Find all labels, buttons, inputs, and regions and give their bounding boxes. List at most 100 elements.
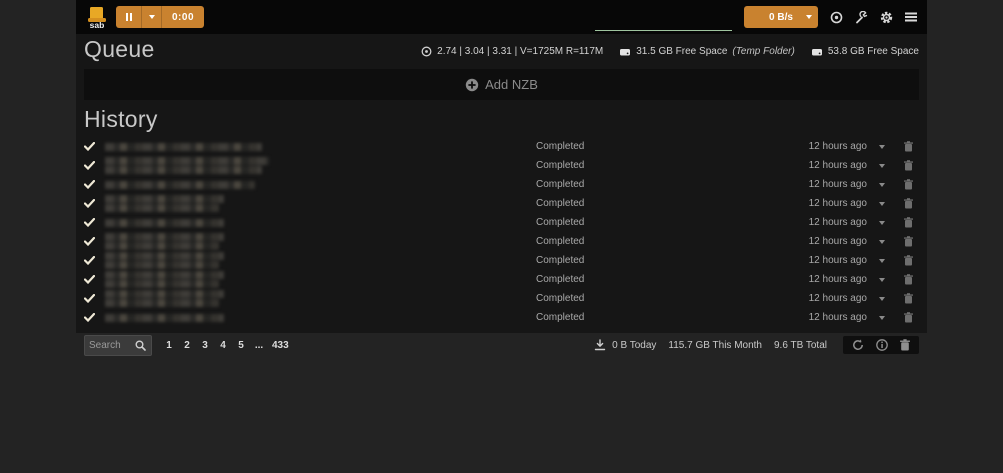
gear-icon[interactable] [878,9,894,25]
queue-title: Queue [84,36,155,63]
job-age: 12 hours ago [757,141,867,152]
check-icon [84,256,100,265]
job-status: Completed [536,274,757,285]
check-icon [84,294,100,303]
history-row[interactable]: Completed 12 hours ago [84,156,919,175]
check-icon [84,237,100,246]
page-button[interactable]: 5 [234,335,248,355]
load-gauge-icon [421,46,432,57]
job-status: Completed [536,217,757,228]
speed-limit-button[interactable]: 0 B/s [744,6,818,28]
svg-text:sab: sab [90,20,105,30]
job-status: Completed [536,141,757,152]
info-icon [876,339,888,351]
job-name-redacted [105,289,224,308]
row-delete-button[interactable] [897,217,919,228]
history-row[interactable]: Completed 12 hours ago [84,175,919,194]
history-row[interactable]: Completed 12 hours ago [84,251,919,270]
add-nzb-dropzone[interactable]: Add NZB [84,69,919,100]
row-dropdown-button[interactable] [867,259,897,263]
page-button[interactable]: 2 [180,335,194,355]
chevron-down-icon [879,164,885,168]
temp-folder-note: (Temp Folder) [732,46,794,57]
chevron-down-icon [879,183,885,187]
job-status: Completed [536,160,757,171]
chevron-down-icon [879,297,885,301]
job-status: Completed [536,255,757,266]
job-name-redacted [105,251,224,270]
history-footer: 12345...433 0 B Today 115.7 GB This Mont… [76,330,927,360]
page-button[interactable]: 4 [216,335,230,355]
system-status-line: 2.74 | 3.04 | 3.31 | V=1725M R=117M 31.5… [421,46,919,58]
job-name-redacted [105,142,262,152]
chevron-down-icon [879,202,885,206]
row-dropdown-button[interactable] [867,240,897,244]
check-icon [84,161,100,170]
history-row[interactable]: Completed 12 hours ago [84,213,919,232]
pause-dropdown-button[interactable] [142,6,162,28]
row-delete-button[interactable] [897,312,919,323]
speed-value: 0 B/s [769,12,793,23]
row-dropdown-button[interactable] [867,183,897,187]
row-delete-button[interactable] [897,255,919,266]
page-button[interactable]: 433 [270,335,291,355]
check-icon [84,275,100,284]
check-icon [84,142,100,151]
add-nzb-label: Add NZB [485,77,538,92]
row-delete-button[interactable] [897,179,919,190]
search-icon[interactable] [135,340,146,351]
row-delete-button[interactable] [897,141,919,152]
row-dropdown-button[interactable] [867,316,897,320]
chevron-down-icon [879,278,885,282]
top-navbar: sab 0:00 0 B/s [76,0,927,34]
sabnzbd-logo-icon[interactable]: sab [84,4,110,30]
row-dropdown-button[interactable] [867,278,897,282]
status-circle-icon[interactable] [828,9,844,25]
check-icon [84,313,100,322]
row-delete-button[interactable] [897,198,919,209]
history-row[interactable]: Completed 12 hours ago [84,270,919,289]
history-row[interactable]: Completed 12 hours ago [84,232,919,251]
temp-folder-free-space: 31.5 GB Free Space [636,46,727,57]
history-search-box [84,335,152,356]
info-button[interactable] [876,339,888,351]
chevron-down-icon [879,145,885,149]
row-delete-button[interactable] [897,160,919,171]
page-button[interactable]: 3 [198,335,212,355]
stat-today: 0 B Today [612,340,656,351]
wrench-icon[interactable] [853,9,869,25]
history-row[interactable]: Completed 12 hours ago [84,308,919,327]
trash-icon [904,179,913,190]
chevron-down-icon [879,240,885,244]
trash-icon [904,274,913,285]
row-delete-button[interactable] [897,236,919,247]
complete-folder-free-space: 53.8 GB Free Space [828,46,919,57]
job-age: 12 hours ago [757,217,867,228]
history-row[interactable]: Completed 12 hours ago [84,137,919,156]
row-delete-button[interactable] [897,274,919,285]
history-row[interactable]: Completed 12 hours ago [84,289,919,308]
queue-header: Queue 2.74 | 3.04 | 3.31 | V=1725M R=117… [76,34,927,67]
history-row[interactable]: Completed 12 hours ago [84,194,919,213]
trash-icon [904,141,913,152]
trash-icon [904,160,913,171]
row-dropdown-button[interactable] [867,145,897,149]
row-dropdown-button[interactable] [867,221,897,225]
plus-circle-icon [465,78,479,92]
row-dropdown-button[interactable] [867,164,897,168]
trash-icon [904,293,913,304]
clear-history-button[interactable] [900,339,910,351]
job-name-redacted [105,313,224,323]
row-delete-button[interactable] [897,293,919,304]
job-name-redacted [105,180,255,190]
page-button[interactable]: 1 [162,335,176,355]
row-dropdown-button[interactable] [867,297,897,301]
row-dropdown-button[interactable] [867,202,897,206]
pause-timer-button[interactable]: 0:00 [162,6,204,28]
menu-icon[interactable] [903,9,919,25]
refresh-button[interactable] [852,339,864,351]
job-age: 12 hours ago [757,179,867,190]
load-averages: 2.74 | 3.04 | 3.31 | V=1725M R=117M [437,46,603,57]
pause-button[interactable] [116,6,142,28]
history-search-input[interactable] [89,340,133,351]
